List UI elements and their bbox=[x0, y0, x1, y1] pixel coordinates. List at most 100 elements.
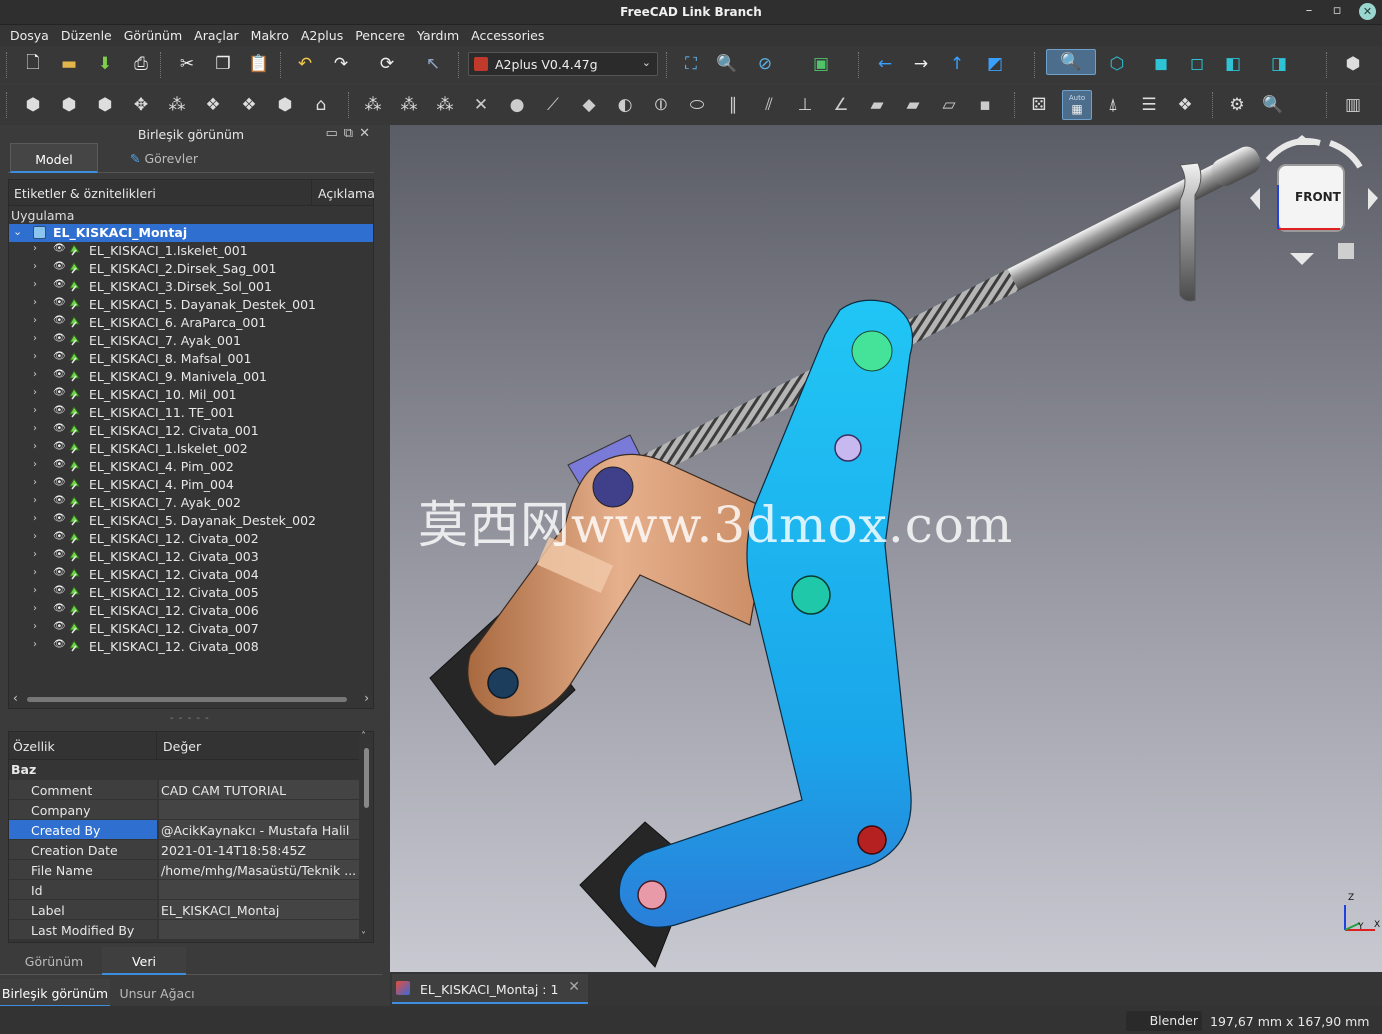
forward-arrow-icon[interactable]: → bbox=[908, 51, 934, 77]
chevron-right-icon[interactable]: › bbox=[33, 423, 37, 434]
link-icon[interactable]: ❖ bbox=[236, 92, 262, 118]
point-on-line-icon[interactable]: ⟋ bbox=[540, 92, 566, 118]
eye-icon[interactable]: 👁 bbox=[53, 279, 66, 290]
vertical-scrollbar[interactable]: ˄ ˅ bbox=[361, 731, 371, 942]
chevron-right-icon[interactable]: › bbox=[33, 639, 37, 650]
solve-icon[interactable]: ⁂ bbox=[360, 92, 386, 118]
dice-icon[interactable]: ⚄ bbox=[1026, 92, 1052, 118]
scroll-thumb[interactable] bbox=[27, 697, 347, 702]
eye-icon[interactable]: 👁 bbox=[53, 531, 66, 542]
chevron-right-icon[interactable]: › bbox=[33, 333, 37, 344]
navigation-style-button[interactable]: Blender bbox=[1126, 1011, 1202, 1031]
menu-gorunum[interactable]: Görünüm bbox=[118, 28, 188, 43]
property-row[interactable]: Id bbox=[9, 880, 359, 900]
chevron-right-icon[interactable]: › bbox=[33, 351, 37, 362]
sphere-icon[interactable]: ◐ bbox=[612, 92, 638, 118]
point-on-plane-icon[interactable]: ◆ bbox=[576, 92, 602, 118]
property-value[interactable]: CAD CAM TUTORIAL bbox=[159, 780, 359, 800]
tab-model[interactable]: Model bbox=[10, 143, 98, 173]
chevron-right-icon[interactable]: › bbox=[33, 369, 37, 380]
mid-bolt[interactable] bbox=[834, 434, 862, 462]
plane-coincident-icon[interactable]: ▰ bbox=[900, 92, 926, 118]
eye-icon[interactable]: 👁 bbox=[53, 603, 66, 614]
fit-all-icon[interactable]: ⛶ bbox=[678, 51, 704, 77]
settings-gear-icon[interactable]: ⚙ bbox=[1224, 92, 1250, 118]
axis-coincident-icon[interactable]: ⬭ bbox=[684, 92, 710, 118]
tree-item[interactable]: › 👁 EL_KISKACI_3.Dirsek_Sol_001 bbox=[9, 278, 373, 296]
chevron-right-icon[interactable]: › bbox=[33, 387, 37, 398]
new-document-icon[interactable]: 🗋 bbox=[20, 51, 46, 77]
threaded-rod[interactable] bbox=[624, 142, 1265, 487]
cut-icon[interactable]: ✂ bbox=[174, 51, 200, 77]
center-pin[interactable] bbox=[791, 575, 831, 615]
property-row[interactable]: Label EL_KISKACI_Montaj bbox=[9, 900, 359, 920]
eye-icon[interactable]: 👁 bbox=[53, 243, 66, 254]
menu-makro[interactable]: Makro bbox=[245, 28, 295, 43]
property-row[interactable]: Comment CAD CAM TUTORIAL bbox=[9, 780, 359, 800]
chevron-right-icon[interactable]: › bbox=[33, 405, 37, 416]
property-col-name[interactable]: Özellik bbox=[13, 739, 55, 754]
propagate-icon[interactable]: ⁂ bbox=[432, 92, 458, 118]
tree-item[interactable]: › 👁 EL_KISKACI_2.Dirsek_Sag_001 bbox=[9, 260, 373, 278]
scroll-up-icon[interactable]: ˄ bbox=[361, 731, 366, 742]
axis-parallel-icon[interactable]: ∥ bbox=[720, 92, 746, 118]
front-view-icon[interactable]: ◼ bbox=[1148, 51, 1174, 77]
tab-feature-tree[interactable]: Unsur Ağacı bbox=[112, 979, 202, 1007]
eye-icon[interactable]: 👁 bbox=[53, 333, 66, 344]
convert-part-icon[interactable]: ❖ bbox=[1172, 92, 1198, 118]
up-arrow-icon[interactable]: ↑ bbox=[944, 51, 970, 77]
tab-tasks[interactable]: ✎ Görevler bbox=[104, 143, 224, 173]
tree-item[interactable]: › 👁 EL_KISKACI_5. Dayanak_Destek_002 bbox=[9, 512, 373, 530]
tree-col-description[interactable]: Açıklama bbox=[311, 180, 375, 206]
eye-icon[interactable]: 👁 bbox=[53, 297, 66, 308]
tree-item[interactable]: › 👁 EL_KISKACI_7. Ayak_001 bbox=[9, 332, 373, 350]
chevron-right-icon[interactable]: › bbox=[33, 603, 37, 614]
search-icon[interactable]: 🔍 bbox=[1260, 92, 1286, 118]
menu-araclar[interactable]: Araçlar bbox=[188, 28, 245, 43]
print-icon[interactable]: ⎙ bbox=[128, 51, 154, 77]
tree-item[interactable]: › 👁 EL_KISKACI_12. Civata_002 bbox=[9, 530, 373, 548]
chevron-right-icon[interactable]: › bbox=[33, 531, 37, 542]
tree-item[interactable]: › 👁 EL_KISKACI_12. Civata_007 bbox=[9, 620, 373, 638]
menu-pencere[interactable]: Pencere bbox=[349, 28, 411, 43]
tree-icon[interactable]: ☰ bbox=[1136, 92, 1162, 118]
property-value[interactable] bbox=[159, 920, 359, 940]
eye-icon[interactable]: 👁 bbox=[53, 369, 66, 380]
tab-data-props[interactable]: Veri bbox=[102, 947, 186, 975]
eye-icon[interactable]: 👁 bbox=[53, 405, 66, 416]
red-bolt[interactable] bbox=[857, 825, 887, 855]
property-col-value[interactable]: Değer bbox=[156, 732, 201, 760]
pink-bolt[interactable] bbox=[637, 880, 667, 910]
eye-icon[interactable]: 👁 bbox=[53, 621, 66, 632]
eye-icon[interactable]: 👁 bbox=[53, 477, 66, 488]
angled-planes-icon[interactable]: ▱ bbox=[936, 92, 962, 118]
property-value[interactable]: @AcikKaynakcı - Mustafa Halil bbox=[159, 820, 359, 840]
horizontal-scrollbar[interactable]: ‹ › bbox=[13, 691, 369, 705]
fit-selection-icon[interactable]: 🔍 bbox=[714, 51, 740, 77]
chevron-right-icon[interactable]: › bbox=[33, 549, 37, 560]
dock-close-icon[interactable]: ✕ bbox=[359, 126, 376, 141]
scroll-left-icon[interactable]: ‹ bbox=[13, 691, 18, 705]
tree-col-labels[interactable]: Etiketler & öznitelikleri bbox=[14, 186, 156, 201]
menu-yardim[interactable]: Yardım bbox=[411, 28, 465, 43]
tree-item[interactable]: › 👁 EL_KISKACI_10. Mil_001 bbox=[9, 386, 373, 404]
chevron-right-icon[interactable]: › bbox=[33, 441, 37, 452]
arrow-left-icon[interactable] bbox=[1250, 188, 1260, 210]
chevron-down-icon[interactable]: ⌄ bbox=[13, 225, 22, 238]
property-row[interactable]: Creation Date 2021-01-14T18:58:45Z bbox=[9, 840, 359, 860]
tree-item[interactable]: › 👁 EL_KISKACI_12. Civata_006 bbox=[9, 602, 373, 620]
eye-icon[interactable]: 👁 bbox=[53, 261, 66, 272]
menu-a2plus[interactable]: A2plus bbox=[295, 28, 349, 43]
tree-item[interactable]: › 👁 EL_KISKACI_12. Civata_001 bbox=[9, 422, 373, 440]
tree-item[interactable]: › 👁 EL_KISKACI_8. Mafsal_001 bbox=[9, 350, 373, 368]
tree-item[interactable]: › 👁 EL_KISKACI_4. Pim_004 bbox=[9, 476, 373, 494]
hex-bolt[interactable] bbox=[487, 667, 519, 699]
chevron-right-icon[interactable]: › bbox=[33, 567, 37, 578]
eye-icon[interactable]: 👁 bbox=[53, 549, 66, 560]
rear-view-icon[interactable]: ◨ bbox=[1266, 51, 1292, 77]
tree-item[interactable]: › 👁 EL_KISKACI_5. Dayanak_Destek_001 bbox=[9, 296, 373, 314]
maximize-icon[interactable]: ▫ bbox=[1328, 3, 1346, 18]
tab-view-props[interactable]: Görünüm bbox=[0, 947, 108, 975]
tree-item[interactable]: › 👁 EL_KISKACI_11. TE_001 bbox=[9, 404, 373, 422]
close-icon[interactable]: ✕ bbox=[1359, 3, 1376, 20]
